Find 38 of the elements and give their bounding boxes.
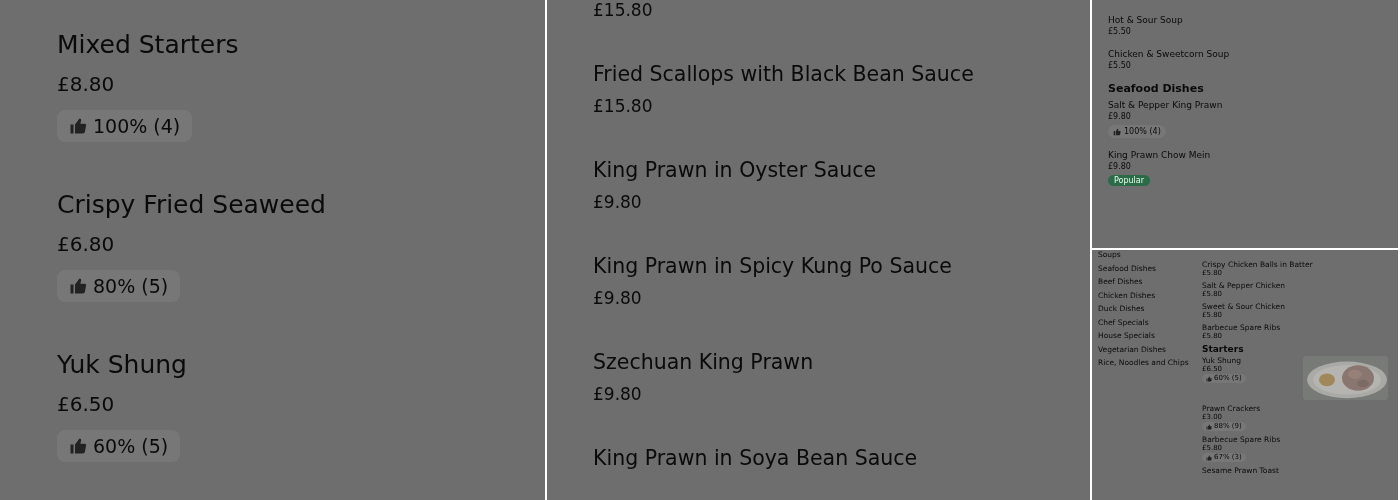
rating-badge: 60% (5) bbox=[57, 430, 181, 462]
dish-name[interactable]: King Prawn in Oyster Sauce bbox=[593, 156, 877, 184]
thumbs-up-icon bbox=[69, 437, 87, 455]
dish-price: £9.80 bbox=[593, 191, 642, 214]
section-heading: Starters bbox=[1202, 344, 1245, 354]
dish-price: £6.80 bbox=[57, 231, 115, 258]
dish-price: £5.50 bbox=[1108, 27, 1131, 37]
rating-badge: 80% (5) bbox=[57, 270, 181, 302]
dish-price: £9.80 bbox=[593, 287, 642, 310]
dish-name[interactable]: Mixed Starters bbox=[57, 28, 239, 62]
dish-price: £6.50 bbox=[57, 391, 115, 418]
dish-price: £8.80 bbox=[57, 71, 115, 98]
rating-badge: 100% (4) bbox=[57, 110, 193, 142]
dish-name[interactable]: Salt & Pepper King Prawn bbox=[1108, 99, 1223, 111]
rating-badge: 100% (4) bbox=[1108, 125, 1166, 138]
thumbs-up-icon bbox=[69, 117, 87, 135]
dish-price: £9.80 bbox=[593, 383, 642, 406]
dish-price: £9.80 bbox=[1108, 112, 1131, 122]
dish-name[interactable]: King Prawn Chow Mein bbox=[1108, 149, 1211, 161]
dish-name[interactable]: Hot & Sour Soup bbox=[1108, 14, 1183, 26]
dish-price: £15.80 bbox=[593, 95, 653, 118]
dish-name[interactable]: King Prawn in Soya Bean Sauce bbox=[593, 444, 918, 472]
dish-name[interactable]: Chicken & Sweetcorn Soup bbox=[1108, 48, 1230, 60]
dish-price: £15.80 bbox=[593, 0, 653, 22]
dish-name[interactable]: Crispy Fried Seaweed bbox=[57, 188, 326, 222]
dish-name[interactable]: Yuk Shung bbox=[57, 348, 187, 382]
thumbs-up-icon bbox=[1206, 454, 1212, 461]
dish-price: £9.80 bbox=[1108, 162, 1131, 172]
thumbs-up-icon bbox=[1206, 423, 1212, 430]
dish-name[interactable]: Szechuan King Prawn bbox=[593, 348, 814, 376]
thumbs-up-icon bbox=[1206, 375, 1212, 382]
dish-name[interactable]: Fried Scallops with Black Bean Sauce bbox=[593, 60, 974, 88]
popular-badge: Popular bbox=[1108, 175, 1150, 186]
thumbs-up-icon bbox=[69, 277, 87, 295]
dish-price: £5.50 bbox=[1108, 61, 1131, 71]
thumbs-up-icon bbox=[1113, 127, 1121, 136]
section-heading: Seafood Dishes bbox=[1108, 82, 1205, 95]
dish-name[interactable]: King Prawn in Spicy Kung Po Sauce bbox=[593, 252, 952, 280]
